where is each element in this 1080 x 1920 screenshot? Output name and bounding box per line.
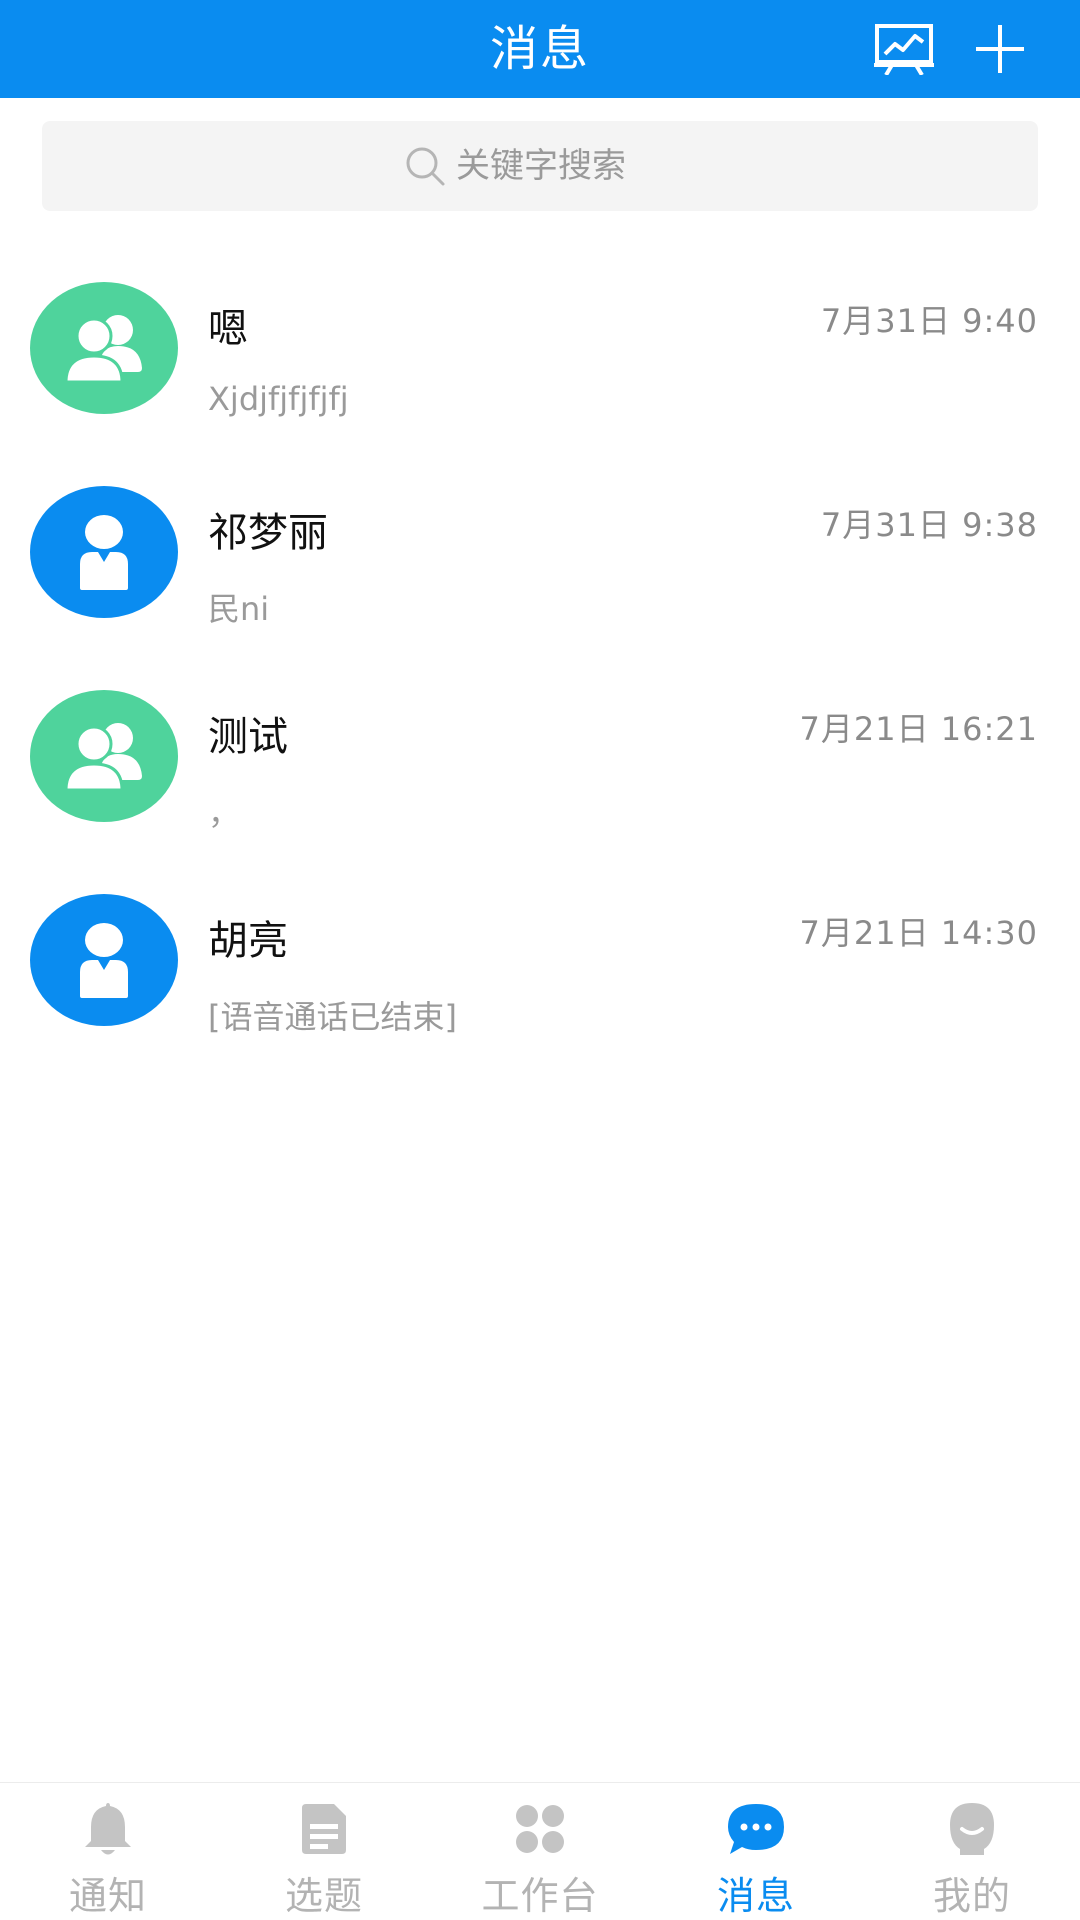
conversation-preview: ，	[208, 794, 241, 832]
group-icon	[64, 315, 142, 384]
grid-icon	[516, 1805, 564, 1853]
tab-topics[interactable]: 选题	[216, 1783, 432, 1920]
tab-notifications[interactable]: 通知	[0, 1783, 216, 1920]
conversation-preview: Xjdjfjfjfjfj	[208, 380, 349, 418]
add-button[interactable]	[952, 0, 1048, 98]
conversation-item[interactable]: 测试 7月21日 16:21 ，	[0, 664, 1080, 868]
conversation-preview: [语音通话已结束]	[208, 998, 457, 1036]
conversation-name: 测试	[208, 714, 288, 760]
bell-icon	[85, 1803, 131, 1855]
conversation-time: 7月31日 9:40	[820, 302, 1038, 340]
conversation-item[interactable]: 胡亮 7月21日 14:30 [语音通话已结束]	[0, 868, 1080, 1072]
tab-label: 工作台	[481, 1874, 599, 1918]
person-icon	[80, 923, 128, 998]
chart-board-icon	[874, 24, 934, 75]
profile-icon	[950, 1803, 994, 1855]
tab-workbench[interactable]: 工作台	[432, 1783, 648, 1920]
group-icon	[64, 723, 142, 792]
chart-board-button[interactable]	[856, 0, 952, 98]
conversation-item[interactable]: 祁梦丽 7月31日 9:38 民ni	[0, 460, 1080, 664]
person-icon	[80, 515, 128, 590]
conversation-name: 祁梦丽	[208, 510, 328, 556]
tab-messages[interactable]: 消息	[648, 1783, 864, 1920]
tab-label: 通知	[68, 1874, 147, 1918]
person-avatar	[30, 894, 178, 1026]
conversation-name: 胡亮	[208, 918, 288, 964]
conversation-time: 7月21日 16:21	[799, 710, 1038, 748]
person-avatar	[30, 486, 178, 618]
group-avatar	[30, 282, 178, 414]
conversation-list: 嗯 7月31日 9:40 Xjdjfjfjfjfj 祁梦丽 7月31日 9:38…	[0, 256, 1080, 1072]
conversation-name: 嗯	[208, 306, 248, 352]
conversation-preview: 民ni	[208, 590, 270, 628]
conversation-item[interactable]: 嗯 7月31日 9:40 Xjdjfjfjfjfj	[0, 256, 1080, 460]
conversation-time: 7月21日 14:30	[799, 914, 1038, 952]
tab-profile[interactable]: 我的	[864, 1783, 1080, 1920]
tab-label: 我的	[932, 1874, 1011, 1918]
conversation-time: 7月31日 9:38	[820, 506, 1038, 544]
search-bar[interactable]	[42, 121, 1038, 211]
chat-icon	[728, 1804, 784, 1854]
bottom-tab-bar: 通知 选题 工作台 消息 我的	[0, 1782, 1080, 1920]
search-input[interactable]	[456, 146, 676, 186]
header-bar: 消息	[0, 0, 1080, 98]
document-icon	[302, 1804, 346, 1854]
plus-icon	[976, 25, 1024, 73]
tab-label: 消息	[716, 1874, 795, 1918]
search-icon	[406, 147, 445, 186]
tab-label: 选题	[284, 1874, 363, 1918]
group-avatar	[30, 690, 178, 822]
